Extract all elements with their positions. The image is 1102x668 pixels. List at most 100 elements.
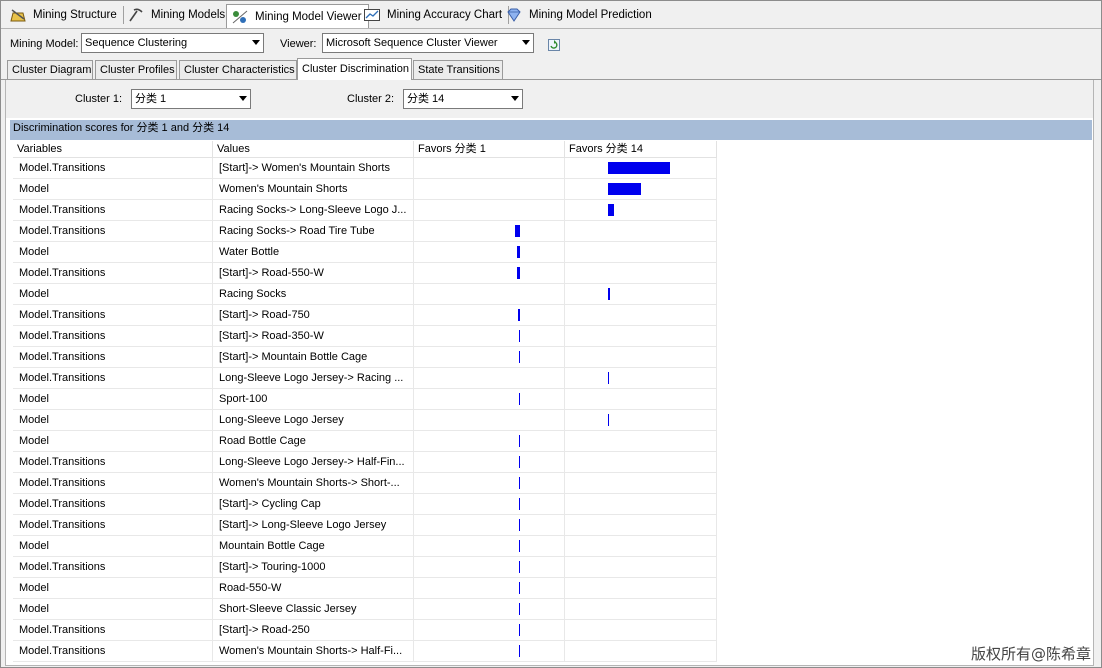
cluster1-select[interactable]: 分类 1	[131, 89, 251, 109]
cell-value: Mountain Bottle Cage	[213, 536, 414, 556]
cell-value: Sport-100	[213, 389, 414, 409]
table-row[interactable]: Model.Transitions [Start]-> Cycling Cap	[13, 494, 717, 515]
tab-cluster-discrimination[interactable]: Cluster Discrimination	[297, 58, 412, 80]
mining-structure-icon	[10, 9, 26, 22]
tab-mining-models[interactable]: Mining Models	[123, 4, 233, 26]
table-row[interactable]: Model Road Bottle Cage	[13, 431, 717, 452]
cluster2-label: Cluster 2:	[347, 93, 395, 105]
cell-variable: Model.Transitions	[13, 200, 213, 220]
table-row[interactable]: Model.Transitions Racing Socks-> Road Tir…	[13, 221, 717, 242]
cell-variable: Model	[13, 599, 213, 619]
tab-mining-structure[interactable]: Mining Structure	[5, 4, 124, 26]
viewer-select[interactable]: Microsoft Sequence Cluster Viewer	[322, 33, 534, 53]
refresh-icon[interactable]	[546, 37, 562, 53]
grid-header: Variables Values Favors 分类 1 Favors 分类 1…	[13, 141, 717, 158]
discrimination-bar	[608, 372, 609, 384]
cell-variable: Model	[13, 179, 213, 199]
cell-favors-cluster1	[414, 578, 565, 598]
cell-favors-cluster1	[414, 536, 565, 556]
table-row[interactable]: Model.Transitions [Start]-> Road-750	[13, 305, 717, 326]
table-row[interactable]: Model Long-Sleeve Logo Jersey	[13, 410, 717, 431]
discrimination-bar	[517, 246, 520, 258]
chevron-down-icon	[522, 40, 530, 45]
cell-favors-cluster2	[565, 347, 717, 367]
cell-favors-cluster2	[565, 452, 717, 472]
table-row[interactable]: Model.Transitions [Start]-> Road-350-W	[13, 326, 717, 347]
cell-favors-cluster2	[565, 410, 717, 430]
table-row[interactable]: Model.Transitions Women's Mountain Shorts…	[13, 473, 717, 494]
cluster2-select[interactable]: 分类 14	[403, 89, 523, 109]
tab-label: Cluster Diagram	[12, 64, 92, 76]
cell-variable: Model.Transitions	[13, 473, 213, 493]
discrimination-bar	[519, 330, 520, 342]
discrimination-panel: Cluster 1: 分类 1 Cluster 2: 分类 14 Discrim…	[5, 80, 1094, 666]
tab-cluster-diagram[interactable]: Cluster Diagram	[7, 60, 93, 79]
tab-mining-accuracy-chart[interactable]: Mining Accuracy Chart	[359, 4, 510, 26]
discrimination-bar	[519, 603, 520, 615]
discrimination-bar	[519, 435, 520, 447]
cell-favors-cluster1	[414, 200, 565, 220]
table-row[interactable]: Model Sport-100	[13, 389, 717, 410]
cluster1-value: 分类 1	[135, 93, 167, 105]
discrimination-bar	[519, 456, 520, 468]
table-row[interactable]: Model.Transitions [Start]-> Women's Mount…	[13, 158, 717, 179]
column-variables[interactable]: Variables	[13, 141, 213, 157]
column-values[interactable]: Values	[213, 141, 414, 157]
tab-label: Mining Accuracy Chart	[387, 9, 503, 21]
table-row[interactable]: Model.Transitions Long-Sleeve Logo Jersey…	[13, 452, 717, 473]
column-favors-cluster1[interactable]: Favors 分类 1	[414, 141, 565, 157]
chevron-down-icon	[252, 40, 260, 45]
cell-favors-cluster1	[414, 158, 565, 178]
cell-variable: Model.Transitions	[13, 515, 213, 535]
chevron-down-icon	[511, 96, 519, 101]
mining-model-select[interactable]: Sequence Clustering	[81, 33, 264, 53]
cell-value: [Start]-> Road-550-W	[213, 263, 414, 283]
mining-model-value: Sequence Clustering	[85, 37, 188, 49]
table-row[interactable]: Model.Transitions [Start]-> Road-250	[13, 620, 717, 641]
table-row[interactable]: Model Short-Sleeve Classic Jersey	[13, 599, 717, 620]
cell-value: Racing Socks	[213, 284, 414, 304]
cell-favors-cluster2	[565, 578, 717, 598]
table-row[interactable]: Model Racing Socks	[13, 284, 717, 305]
tab-mining-model-prediction[interactable]: Mining Model Prediction	[501, 4, 658, 26]
discrimination-bar	[519, 624, 520, 636]
discrimination-bar	[608, 414, 609, 426]
cell-favors-cluster1	[414, 410, 565, 430]
table-row[interactable]: Model.Transitions [Start]-> Long-Sleeve L…	[13, 515, 717, 536]
cell-favors-cluster2	[565, 242, 717, 262]
cell-favors-cluster1	[414, 284, 565, 304]
table-row[interactable]: Model.Transitions [Start]-> Mountain Bott…	[13, 347, 717, 368]
table-row[interactable]: Model.Transitions Women's Mountain Shorts…	[13, 641, 717, 662]
table-row[interactable]: Model.Transitions Racing Socks-> Long-Sle…	[13, 200, 717, 221]
table-row[interactable]: Model.Transitions [Start]-> Road-550-W	[13, 263, 717, 284]
column-favors-cluster2[interactable]: Favors 分类 14	[565, 141, 717, 157]
cell-variable: Model	[13, 410, 213, 430]
cell-value: Long-Sleeve Logo Jersey-> Racing ...	[213, 368, 414, 388]
table-row[interactable]: Model Road-550-W	[13, 578, 717, 599]
cell-favors-cluster2	[565, 431, 717, 451]
cell-variable: Model.Transitions	[13, 557, 213, 577]
cell-favors-cluster2	[565, 473, 717, 493]
discrimination-bar	[519, 561, 520, 573]
cell-favors-cluster2	[565, 641, 717, 661]
cell-variable: Model.Transitions	[13, 221, 213, 241]
table-row[interactable]: Model Women's Mountain Shorts	[13, 179, 717, 200]
table-row[interactable]: Model Mountain Bottle Cage	[13, 536, 717, 557]
tab-cluster-profiles[interactable]: Cluster Profiles	[95, 60, 177, 79]
tab-state-transitions[interactable]: State Transitions	[413, 60, 503, 79]
cell-favors-cluster2	[565, 368, 717, 388]
tab-cluster-characteristics[interactable]: Cluster Characteristics	[179, 60, 297, 79]
tab-mining-model-viewer[interactable]: Mining Model Viewer	[226, 4, 369, 28]
cell-value: Road-550-W	[213, 578, 414, 598]
tab-label: Cluster Profiles	[100, 64, 175, 76]
table-row[interactable]: Model.Transitions [Start]-> Touring-1000	[13, 557, 717, 578]
discrimination-bar	[519, 645, 520, 657]
cell-value: Women's Mountain Shorts	[213, 179, 414, 199]
cell-variable: Model.Transitions	[13, 620, 213, 640]
cell-variable: Model	[13, 536, 213, 556]
table-row[interactable]: Model Water Bottle	[13, 242, 717, 263]
cell-value: Road Bottle Cage	[213, 431, 414, 451]
table-row[interactable]: Model.Transitions Long-Sleeve Logo Jersey…	[13, 368, 717, 389]
cell-variable: Model.Transitions	[13, 158, 213, 178]
cell-favors-cluster1	[414, 179, 565, 199]
